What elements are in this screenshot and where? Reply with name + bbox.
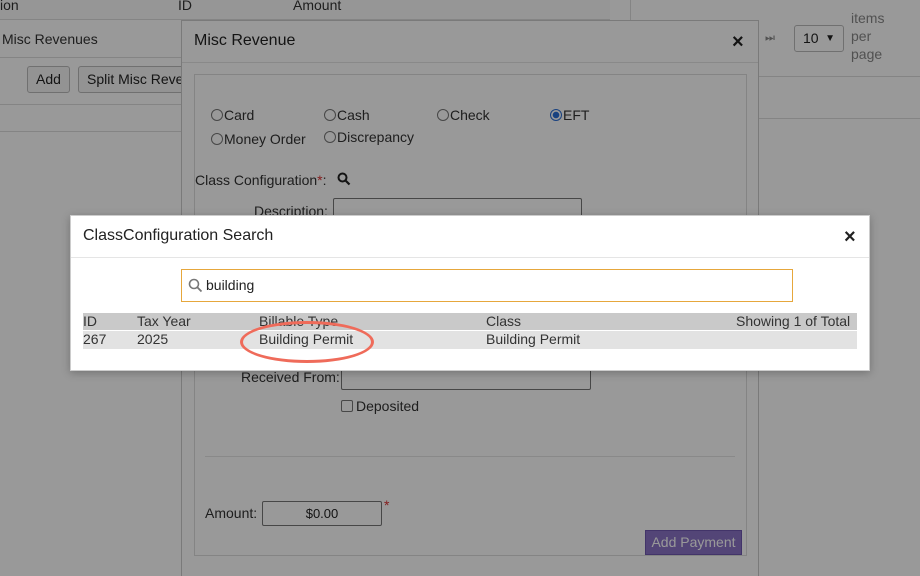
cell-class: Building Permit — [486, 331, 581, 347]
col-tax-year: Tax Year — [137, 313, 191, 329]
modal-title: ClassConfiguration Search — [83, 227, 274, 244]
cell-tax-year: 2025 — [137, 331, 169, 347]
results-table-header: ID Tax Year Billable Type Class Showing … — [83, 313, 857, 344]
class-configuration-search-modal: ClassConfiguration Search × building ID … — [70, 215, 870, 371]
search-input[interactable]: building — [181, 269, 793, 302]
table-row[interactable]: 267 2025 Building Permit Building Permit — [83, 331, 857, 349]
modal-header: ClassConfiguration Search × — [71, 216, 869, 258]
col-class: Class — [486, 313, 522, 329]
col-id: ID — [83, 313, 97, 329]
search-icon — [188, 278, 203, 293]
highlight-annotation — [240, 321, 374, 363]
search-value: building — [206, 277, 255, 293]
cell-id: 267 — [83, 331, 107, 347]
close-icon[interactable]: × — [844, 227, 856, 247]
